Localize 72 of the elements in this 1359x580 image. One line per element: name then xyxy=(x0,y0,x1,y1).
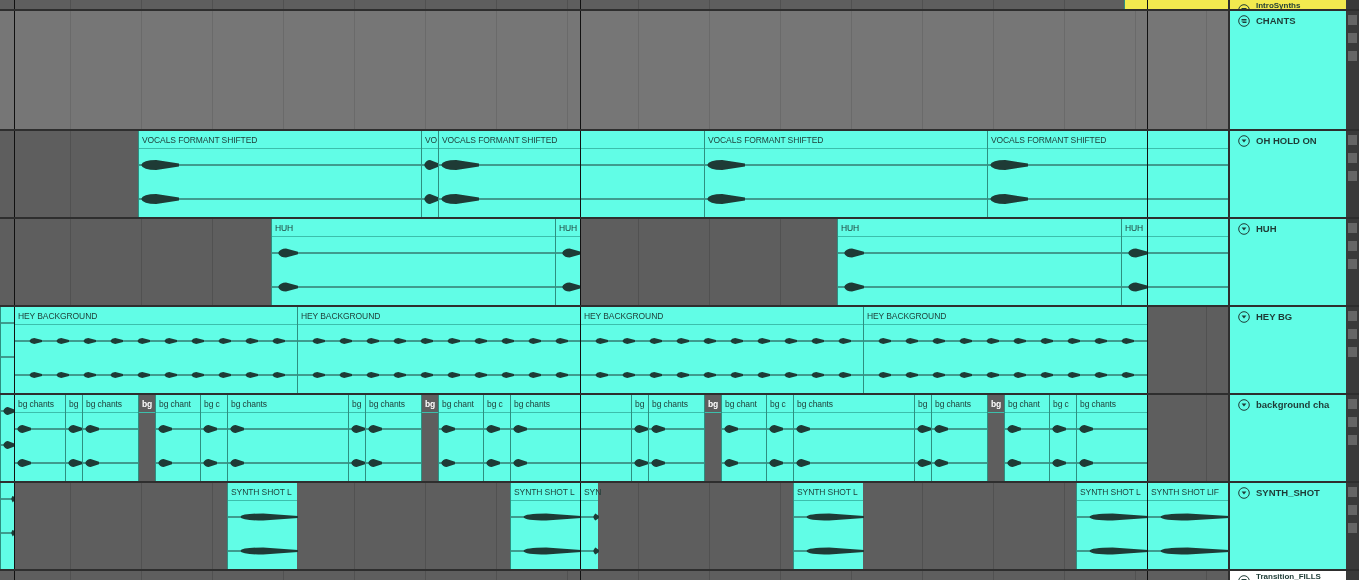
audio-clip[interactable]: SYNTH SHOT LIF xyxy=(1147,483,1228,569)
fold-icon[interactable] xyxy=(1238,135,1250,147)
track-name: CHANTS xyxy=(1256,15,1296,27)
audio-clip[interactable]: HUH xyxy=(271,219,555,305)
audio-clip[interactable]: bg chants xyxy=(365,395,421,481)
clip-title: SYNTH SHOT L xyxy=(228,483,297,501)
track-name: HEY BG xyxy=(1256,311,1293,323)
audio-clip[interactable]: HEY BACKGROUND xyxy=(863,307,1147,393)
audio-clip[interactable]: HEY BACKGROUND xyxy=(580,307,863,393)
audio-clip[interactable] xyxy=(1124,0,1228,9)
audio-clip[interactable]: HEY BACKGROUND xyxy=(14,307,297,393)
track-name: HUH xyxy=(1256,223,1277,235)
fold-icon[interactable] xyxy=(1238,223,1250,235)
audio-clip[interactable]: bg c xyxy=(200,395,227,481)
audio-clip[interactable]: HUH xyxy=(1121,219,1228,305)
audio-clip[interactable]: SYNTH SHOT L xyxy=(1076,483,1147,569)
audio-clip[interactable]: VOCALS FORMANT SHIFTED xyxy=(987,131,1228,217)
audio-clip[interactable]: bg chant xyxy=(721,395,766,481)
clip-title: HEY BACKGROUND xyxy=(298,307,580,325)
audio-clip[interactable]: HUH xyxy=(555,219,580,305)
group-icon[interactable] xyxy=(1238,15,1250,27)
fold-icon[interactable] xyxy=(1238,399,1250,411)
audio-clip[interactable]: bg c xyxy=(1049,395,1076,481)
clip-title: HEY BACKGROUND xyxy=(864,307,1147,325)
audio-clip[interactable]: SYNTH SHOT L xyxy=(793,483,863,569)
audio-clip[interactable]: bg xyxy=(65,395,82,481)
clip-title: VOCALS FORMANT SHIFTED xyxy=(705,131,987,149)
audio-clip[interactable]: bg xyxy=(631,395,648,481)
audio-clip[interactable]: bg xyxy=(914,395,931,481)
audio-clip[interactable]: bg chants xyxy=(648,395,704,481)
audio-clip[interactable] xyxy=(0,483,14,569)
track-name: SYNTH_SHOT xyxy=(1256,487,1320,499)
audio-clip[interactable] xyxy=(0,395,14,481)
audio-clip[interactable]: bg xyxy=(348,395,365,481)
track-header[interactable]: HEY BG xyxy=(1230,307,1346,393)
audio-clip[interactable]: HEY BACKGROUND xyxy=(297,307,580,393)
track-header[interactable]: background cha xyxy=(1230,395,1346,481)
audio-clip[interactable]: bg chants xyxy=(1076,395,1147,481)
track-header[interactable]: HUH xyxy=(1230,219,1346,305)
track-name: IntroSynths xyxy=(1256,1,1301,9)
audio-clip[interactable]: VOCALS FORMANT SHIFTED xyxy=(138,131,421,217)
audio-clip[interactable]: SYNTH SHOT L xyxy=(227,483,297,569)
audio-clip[interactable]: SYNTH SHOT L xyxy=(510,483,580,569)
audio-clip[interactable]: bg chants xyxy=(227,395,348,481)
audio-clip[interactable]: bg c xyxy=(483,395,510,481)
track-header[interactable]: SYNTH_SHOT xyxy=(1230,483,1346,569)
audio-clip[interactable]: bg c xyxy=(766,395,793,481)
audio-clip[interactable]: bg chant xyxy=(438,395,483,481)
clip-title: HUH xyxy=(272,219,555,237)
audio-clip[interactable]: bg chants xyxy=(82,395,138,481)
audio-clip[interactable]: VO xyxy=(421,131,438,217)
track-header[interactable]: Transition_FILLS xyxy=(1230,571,1346,580)
audio-clip[interactable]: bg chant xyxy=(1004,395,1049,481)
clip-title: HUH xyxy=(838,219,1121,237)
audio-clip[interactable]: bg chant xyxy=(155,395,200,481)
track-name: background cha xyxy=(1256,399,1330,411)
clip-title: VOCALS FORMANT SHIFTED xyxy=(139,131,421,149)
track-name: Transition_FILLS xyxy=(1256,572,1321,580)
track-name: OH HOLD ON xyxy=(1256,135,1317,147)
track-header[interactable]: OH HOLD ON xyxy=(1230,131,1346,217)
audio-clip[interactable]: VOCALS FORMANT SHIFTED xyxy=(704,131,987,217)
audio-clip[interactable]: bg chants xyxy=(931,395,987,481)
audio-clip[interactable]: HUH xyxy=(837,219,1121,305)
audio-clip[interactable] xyxy=(0,307,14,393)
track-header[interactable]: CHANTS xyxy=(1230,11,1346,129)
audio-clip[interactable]: VOCALS FORMANT SHIFTED xyxy=(438,131,704,217)
audio-clip[interactable]: bg chants xyxy=(793,395,914,481)
fold-icon[interactable] xyxy=(1238,311,1250,323)
clip-title: SYNTH SHOT L xyxy=(794,483,863,501)
fold-icon[interactable] xyxy=(1238,487,1250,499)
audio-clip[interactable]: bg chants xyxy=(14,395,65,481)
audio-clip[interactable]: bg chants xyxy=(510,395,631,481)
